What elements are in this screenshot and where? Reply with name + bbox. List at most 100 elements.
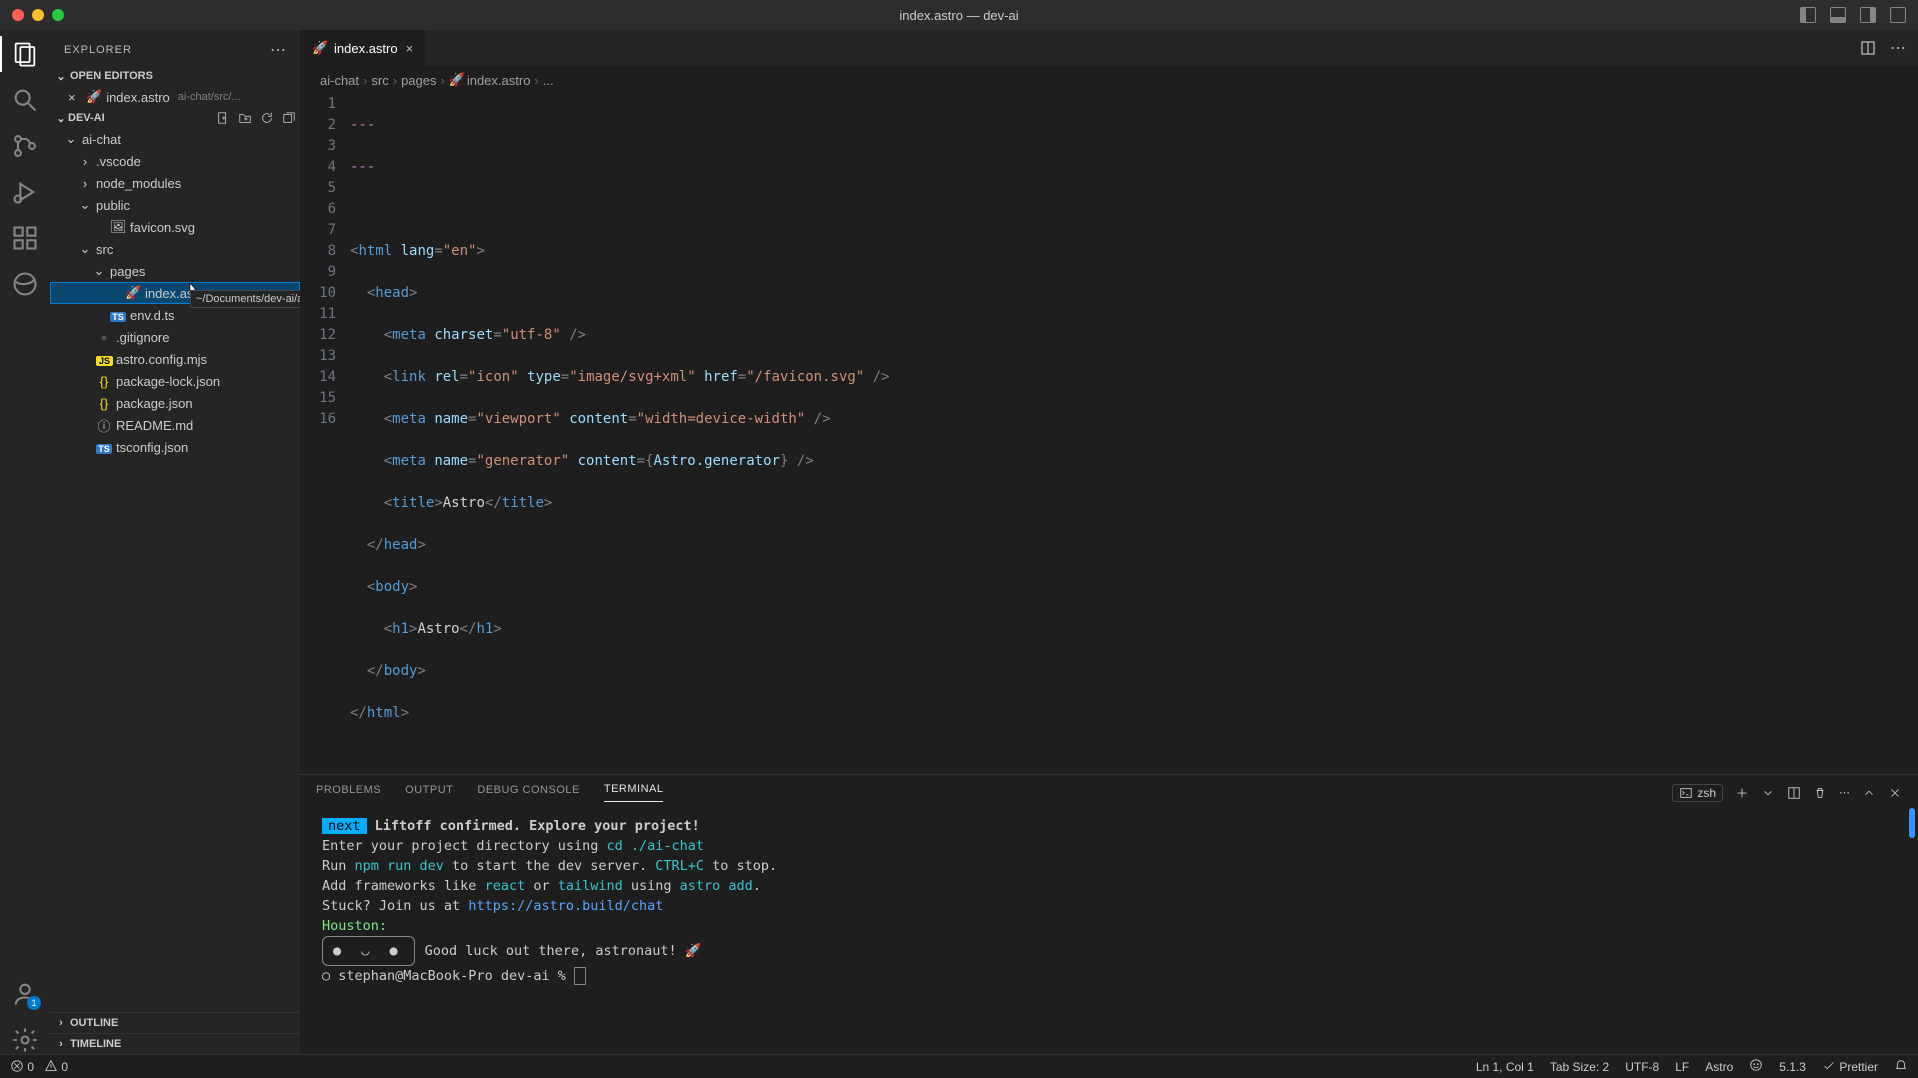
next-badge: next: [322, 818, 367, 834]
code-editor[interactable]: 12345678910111213141516 --- --- <html la…: [300, 94, 1918, 774]
close-tab-icon[interactable]: ×: [406, 41, 414, 56]
open-editors-label: OPEN EDITORS: [70, 70, 153, 82]
file-tree: ⌄ai-chat ›.vscode ›node_modules ⌄public …: [50, 128, 300, 1012]
window-controls: [0, 9, 64, 21]
astro-file-icon: 🚀: [449, 72, 463, 88]
astro-file-icon: 🚀: [86, 89, 102, 105]
terminal-cursor: [574, 967, 586, 985]
file-package-lock[interactable]: {}package-lock.json: [50, 370, 300, 392]
terminal-scrollbar[interactable]: [1909, 808, 1915, 838]
source-control-icon[interactable]: [11, 132, 39, 160]
panel-tab-problems[interactable]: PROBLEMS: [316, 784, 381, 802]
editor-more-icon[interactable]: ⋯: [1890, 38, 1906, 58]
breadcrumb[interactable]: ai-chat› src› pages› 🚀 index.astro› ...: [300, 66, 1918, 94]
tab-index-astro[interactable]: 🚀 index.astro ×: [300, 30, 426, 66]
code-content[interactable]: --- --- <html lang="en"> <head> <meta ch…: [350, 94, 1918, 774]
status-notifications-icon[interactable]: [1894, 1058, 1908, 1075]
folder-root-section[interactable]: ⌄ DEV-AI: [50, 108, 300, 128]
folder-src[interactable]: ⌄src: [50, 238, 300, 260]
file-gitignore[interactable]: ◦.gitignore: [50, 326, 300, 348]
close-window-icon[interactable]: [12, 9, 24, 21]
file-package-json[interactable]: {}package.json: [50, 392, 300, 414]
search-icon[interactable]: [11, 86, 39, 114]
open-editor-name: index.astro: [106, 90, 170, 105]
activity-bar: 1: [0, 30, 50, 1054]
panel-more-icon[interactable]: ⋯: [1839, 786, 1850, 799]
collapse-all-icon[interactable]: [282, 111, 296, 125]
sidebar-title: EXPLORER: [64, 44, 132, 56]
timeline-section[interactable]: ›TIMELINE: [50, 1033, 300, 1054]
close-panel-icon[interactable]: [1888, 786, 1902, 800]
toggle-secondary-sidebar-icon[interactable]: [1860, 7, 1876, 23]
status-version[interactable]: 5.1.3: [1779, 1060, 1806, 1074]
editor-tabs: 🚀 index.astro × ⋯: [300, 30, 1918, 66]
file-favicon[interactable]: 🖼favicon.svg: [50, 216, 300, 238]
folder-vscode[interactable]: ›.vscode: [50, 150, 300, 172]
root-folder-label: DEV-AI: [68, 112, 105, 124]
window-title: index.astro — dev-ai: [899, 8, 1018, 23]
status-encoding[interactable]: UTF-8: [1625, 1060, 1659, 1074]
terminal-dropdown-icon[interactable]: [1761, 786, 1775, 800]
extensions-icon[interactable]: [11, 224, 39, 252]
chevron-down-icon: ⌄: [54, 111, 68, 125]
layout-controls: [1800, 7, 1918, 23]
status-tab-size[interactable]: Tab Size: 2: [1550, 1060, 1609, 1074]
explorer-icon[interactable]: [11, 40, 39, 68]
open-editor-item[interactable]: × 🚀 index.astro ai-chat/src/...: [50, 86, 300, 108]
maximize-window-icon[interactable]: [52, 9, 64, 21]
houston-face-icon: ● ◡ ●: [322, 936, 415, 966]
customize-layout-icon[interactable]: [1890, 7, 1906, 23]
file-path-tooltip: ~/Documents/dev-ai/ai-chat/src/pages/ind…: [190, 290, 300, 308]
maximize-panel-icon[interactable]: [1862, 786, 1876, 800]
terminal-icon: [1679, 786, 1693, 800]
status-eol[interactable]: LF: [1675, 1060, 1689, 1074]
title-bar: index.astro — dev-ai: [0, 0, 1918, 30]
file-astro-config[interactable]: JSastro.config.mjs: [50, 348, 300, 370]
new-file-icon[interactable]: [216, 111, 230, 125]
split-editor-icon[interactable]: [1860, 40, 1876, 56]
file-readme[interactable]: ⓘREADME.md: [50, 414, 300, 436]
new-folder-icon[interactable]: [238, 111, 252, 125]
open-editors-section[interactable]: ⌄ OPEN EDITORS: [50, 66, 300, 86]
astro-file-icon: 🚀: [312, 40, 326, 56]
run-debug-icon[interactable]: [11, 178, 39, 206]
status-language[interactable]: Astro: [1705, 1060, 1733, 1074]
kill-terminal-icon[interactable]: [1813, 786, 1827, 800]
panel-tab-debug[interactable]: DEBUG CONSOLE: [477, 784, 579, 802]
file-tsconfig[interactable]: TStsconfig.json: [50, 436, 300, 458]
folder-ai-chat[interactable]: ⌄ai-chat: [50, 128, 300, 150]
tab-label: index.astro: [334, 41, 398, 56]
terminal-content[interactable]: next Liftoff confirmed. Explore your pro…: [300, 802, 1918, 1054]
status-feedback-icon[interactable]: [1749, 1058, 1763, 1075]
close-editor-icon[interactable]: ×: [68, 90, 82, 105]
status-warnings[interactable]: 0: [44, 1059, 68, 1074]
settings-gear-icon[interactable]: [11, 1026, 39, 1054]
status-line-col[interactable]: Ln 1, Col 1: [1476, 1060, 1534, 1074]
panel-tab-terminal[interactable]: TERMINAL: [604, 783, 664, 802]
split-terminal-icon[interactable]: [1787, 786, 1801, 800]
open-editor-path: ai-chat/src/...: [178, 91, 241, 103]
accounts-icon[interactable]: 1: [11, 980, 39, 1008]
accounts-badge: 1: [27, 996, 41, 1010]
status-errors[interactable]: 0: [10, 1059, 34, 1074]
refresh-icon[interactable]: [260, 111, 274, 125]
folder-node-modules[interactable]: ›node_modules: [50, 172, 300, 194]
new-terminal-icon[interactable]: [1735, 786, 1749, 800]
toggle-primary-sidebar-icon[interactable]: [1800, 7, 1816, 23]
panel-tab-output[interactable]: OUTPUT: [405, 784, 453, 802]
explorer-sidebar: EXPLORER ⋯ ⌄ OPEN EDITORS × 🚀 index.astr…: [50, 30, 300, 1054]
folder-pages[interactable]: ⌄pages: [50, 260, 300, 282]
minimize-window-icon[interactable]: [32, 9, 44, 21]
terminal-shell-picker[interactable]: zsh: [1672, 784, 1723, 802]
status-prettier[interactable]: Prettier: [1822, 1059, 1878, 1074]
chevron-down-icon: ⌄: [54, 69, 68, 83]
bottom-panel: PROBLEMS OUTPUT DEBUG CONSOLE TERMINAL z…: [300, 774, 1918, 1054]
toggle-panel-icon[interactable]: [1830, 7, 1846, 23]
editor-area: 🚀 index.astro × ⋯ ai-chat› src› pages› 🚀…: [300, 30, 1918, 1054]
outline-section[interactable]: ›OUTLINE: [50, 1012, 300, 1033]
sidebar-more-icon[interactable]: ⋯: [270, 40, 286, 60]
edge-tools-icon[interactable]: [11, 270, 39, 298]
line-number-gutter: 12345678910111213141516: [300, 94, 350, 774]
status-bar: 0 0 Ln 1, Col 1 Tab Size: 2 UTF-8 LF Ast…: [0, 1054, 1918, 1078]
folder-public[interactable]: ⌄public: [50, 194, 300, 216]
